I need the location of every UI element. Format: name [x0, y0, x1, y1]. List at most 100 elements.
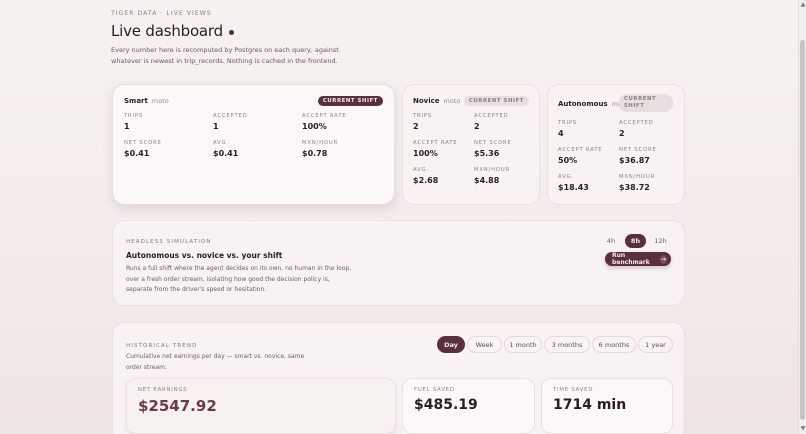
range-week-button[interactable]: Week — [467, 336, 502, 353]
stat-accepted: ACCEPTED 1 — [213, 113, 248, 131]
range-6-months-button[interactable]: 6 months — [592, 336, 636, 353]
current-shift-badge: CURRENT SHIFT — [317, 96, 383, 106]
stat-label: ACCEPTED — [213, 113, 248, 119]
stat-avg: AVG. $0.41 — [213, 140, 238, 158]
stat-label: ACCEPT RATE — [302, 113, 347, 119]
mode-header: Autonomous moto — [558, 100, 628, 108]
range-1-month-button[interactable]: 1 month — [504, 336, 542, 353]
stat-mxn-hour: MXN/HOUR $38.72 — [619, 174, 655, 192]
mode-name: Novice — [413, 97, 440, 105]
metric-value: $2547.92 — [138, 397, 217, 415]
stat-accept-rate: ACCEPT RATE 50% — [558, 147, 602, 165]
stat-value: $0.41 — [124, 149, 150, 158]
mode-card-novice[interactable]: Novice moto CURRENT SHIFT TRIPS 2 ACCEPT… — [402, 84, 540, 205]
live-indicator-dot — [228, 29, 234, 35]
stat-mxn-hour: MXN/HOUR $0.78 — [302, 140, 338, 158]
stat-value: $2.68 — [413, 176, 439, 185]
stat-value: 1 — [124, 122, 130, 131]
metric-value: $485.19 — [414, 397, 478, 413]
stat-net-score: NET SCORE $36.87 — [619, 147, 657, 165]
stat-value: $38.72 — [619, 183, 650, 192]
metric-label: FUEL SAVED — [414, 387, 455, 393]
time-saved-metric: TIME SAVED 1714 min — [541, 378, 673, 434]
stat-value: $0.41 — [213, 149, 239, 158]
stat-label: MXN/HOUR — [302, 140, 339, 146]
page-title: Live dashboard — [111, 22, 234, 40]
breadcrumb: TIGER DATA · LIVE VIEWS — [111, 10, 212, 17]
simulation-card: HEADLESS SIMULATION Autonomous vs. novic… — [112, 220, 685, 306]
scrollbar-thumb[interactable] — [800, 40, 805, 420]
simulation-title: Autonomous vs. novice vs. your shift — [126, 251, 283, 260]
trend-eyebrow: HISTORICAL TREND — [126, 343, 198, 349]
run-benchmark-label: Run benchmark — [612, 252, 650, 266]
mode-vehicle: moto — [151, 97, 169, 105]
duration-4h-button[interactable]: 4h — [601, 234, 621, 248]
mode-card-autonomous[interactable]: Autonomous moto CURRENT SHIFT TRIPS 4 AC… — [547, 84, 685, 205]
stat-label: MXN/HOUR — [474, 167, 511, 173]
fuel-saved-metric: FUEL SAVED $485.19 — [402, 378, 535, 434]
stat-value: $0.78 — [302, 149, 328, 158]
current-shift-badge: CURRENT SHIFT — [619, 94, 673, 112]
dashboard-page: TIGER DATA · LIVE VIEWS Live dashboard E… — [0, 0, 798, 434]
range-day-button[interactable]: Day — [437, 336, 465, 353]
stat-value: 50% — [558, 156, 578, 165]
stat-value: 1 — [213, 122, 219, 131]
metric-label: NET EARNINGS — [138, 387, 188, 393]
stat-value: $18.43 — [558, 183, 589, 192]
mode-card-smart[interactable]: Smart moto CURRENT SHIFT TRIPS 1 ACCEPTE… — [112, 84, 395, 205]
range-3-months-button[interactable]: 3 months — [544, 336, 590, 353]
mode-vehicle: moto — [443, 97, 461, 105]
trend-card: HISTORICAL TREND Cumulative net earnings… — [112, 322, 685, 434]
mode-header: Novice moto — [413, 97, 460, 105]
arrow-right-icon: → — [659, 254, 667, 264]
stat-net-score: NET SCORE $5.36 — [474, 140, 512, 158]
stat-accept-rate: ACCEPT RATE 100% — [302, 113, 346, 131]
duration-12h-button[interactable]: 12h — [650, 234, 671, 248]
stat-value: $36.87 — [619, 156, 650, 165]
stat-value: 2 — [474, 122, 480, 131]
stat-label: ACCEPTED — [619, 120, 654, 126]
stat-value: 4 — [558, 129, 564, 138]
scroll-down-icon[interactable]: ▼ — [800, 426, 806, 432]
stat-label: NET SCORE — [619, 147, 657, 153]
run-benchmark-button[interactable]: Run benchmark → — [605, 252, 671, 266]
vertical-scrollbar[interactable]: ▲ ▼ — [798, 0, 806, 434]
stat-label: ACCEPT RATE — [413, 140, 458, 146]
stat-value: 100% — [413, 149, 438, 158]
duration-8h-button[interactable]: 8h — [625, 234, 646, 248]
stat-label: TRIPS — [558, 120, 578, 126]
stat-value: 2 — [413, 122, 419, 131]
stat-label: NET SCORE — [474, 140, 512, 146]
stat-label: TRIPS — [124, 113, 144, 119]
stat-label: NET SCORE — [124, 140, 162, 146]
page-description: Every number here is recomputed by Postg… — [111, 46, 339, 65]
stat-label: AVG. — [213, 140, 229, 146]
stat-value: $4.88 — [474, 176, 500, 185]
range-1-year-button[interactable]: 1 year — [638, 336, 673, 353]
simulation-description: Runs a full shift where the agent decide… — [126, 265, 352, 293]
stat-accept-rate: ACCEPT RATE 100% — [413, 140, 457, 158]
mode-header: Smart moto — [124, 97, 169, 105]
mode-name: Smart — [124, 97, 148, 105]
scroll-up-icon[interactable]: ▲ — [800, 2, 806, 8]
stat-avg: AVG. $18.43 — [558, 174, 589, 192]
simulation-eyebrow: HEADLESS SIMULATION — [126, 239, 212, 245]
stat-label: MXN/HOUR — [619, 174, 656, 180]
stat-trips: TRIPS 1 — [124, 113, 143, 131]
stat-label: ACCEPT RATE — [558, 147, 603, 153]
net-earnings-metric: NET EARNINGS $2547.92 — [126, 378, 396, 434]
stat-mxn-hour: MXN/HOUR $4.88 — [474, 167, 510, 185]
stat-trips: TRIPS 2 — [413, 113, 432, 131]
mode-name: Autonomous — [558, 100, 608, 108]
stat-net-score: NET SCORE $0.41 — [124, 140, 162, 158]
stat-avg: AVG. $2.68 — [413, 167, 438, 185]
metric-value: 1714 min — [553, 397, 627, 413]
stat-value: $5.36 — [474, 149, 500, 158]
stat-accepted: ACCEPTED 2 — [474, 113, 509, 131]
stat-label: ACCEPTED — [474, 113, 509, 119]
metric-label: TIME SAVED — [553, 387, 594, 393]
current-shift-badge: CURRENT SHIFT — [463, 96, 529, 106]
trend-description: Cumulative net earnings per day — smart … — [126, 353, 305, 371]
stat-label: AVG. — [558, 174, 574, 180]
stat-trips: TRIPS 4 — [558, 120, 577, 138]
